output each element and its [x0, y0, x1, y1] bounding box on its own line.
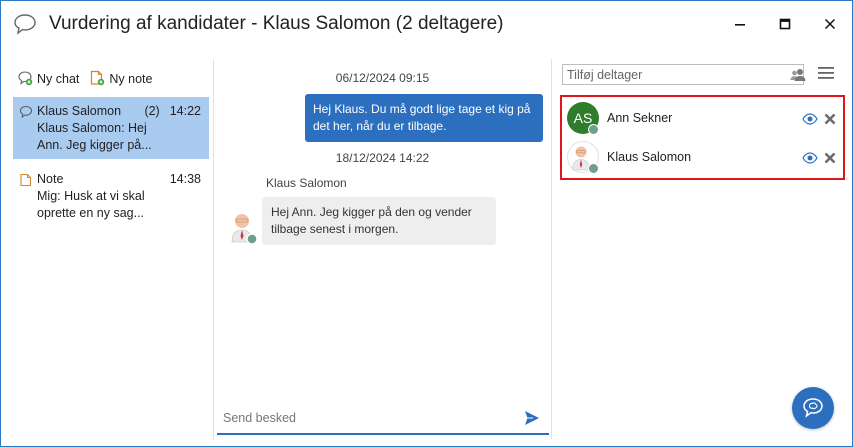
close-button[interactable]	[807, 1, 853, 47]
conversation-name: Klaus Salomon	[37, 104, 122, 118]
new-note-button[interactable]: Ny note	[89, 70, 152, 89]
note-icon	[19, 173, 33, 187]
participant-name: Klaus Salomon	[607, 150, 692, 164]
eye-icon[interactable]	[802, 151, 818, 164]
person-avatar-icon	[229, 212, 259, 246]
chat-bubble-icon	[13, 13, 37, 35]
participant-item[interactable]: AS Ann Sekner	[567, 100, 842, 136]
eye-icon[interactable]	[802, 112, 818, 125]
chat-window: Vurdering af kandidater - Klaus Salomon …	[0, 0, 853, 447]
left-toolbar: Ny chat Ny note	[17, 69, 152, 89]
participant-item[interactable]: Klaus Salomon	[567, 139, 842, 175]
new-note-label: Ny note	[109, 72, 153, 86]
chat-bubble-icon	[19, 105, 33, 119]
new-chat-button[interactable]: Ny chat	[17, 70, 79, 89]
chat-brain-icon	[803, 398, 823, 418]
chat-assistant-button[interactable]	[792, 387, 834, 429]
avatar: AS	[567, 102, 599, 135]
date-separator: 18/12/2024 14:22	[335, 151, 430, 165]
unread-count: (2)	[144, 104, 160, 118]
window-title: Vurdering af kandidater - Klaus Salomon …	[49, 13, 504, 34]
status-dot	[588, 163, 599, 174]
add-participant-input[interactable]	[567, 67, 777, 82]
new-chat-icon	[17, 70, 33, 89]
conversation-item-note[interactable]: Note 14:38 Mig: Husk at vi skal oprette …	[13, 165, 209, 223]
conversation-time: 14:22	[169, 104, 201, 118]
maximize-button[interactable]	[762, 1, 808, 47]
participants-pane: AS Ann Sekner	[552, 59, 853, 439]
conversation-preview: Klaus Salomon: Hej Ann. Jeg kigger på...	[37, 121, 152, 152]
menu-icon[interactable]	[818, 66, 834, 80]
add-participant-field	[562, 64, 806, 85]
conversation-list-pane: Ny chat Ny note Klaus Salomon (2) 14:22 …	[1, 59, 213, 439]
incoming-message-bubble: Hej Ann. Jeg kigger på den og vender til…	[262, 197, 496, 245]
remove-icon[interactable]	[824, 112, 836, 125]
outgoing-message-bubble: Hej Klaus. Du må godt lige tage et kig p…	[305, 94, 543, 142]
conversation-item-klaus-salomon[interactable]: Klaus Salomon (2) 14:22 Klaus Salomon: H…	[13, 97, 209, 159]
add-person-icon[interactable]	[790, 68, 806, 82]
conversation-preview: Mig: Husk at vi skal oprette en ny sag..…	[37, 189, 145, 220]
send-icon[interactable]	[523, 409, 541, 427]
title-bar: Vurdering af kandidater - Klaus Salomon …	[1, 1, 852, 47]
participant-name: Ann Sekner	[607, 111, 673, 125]
avatar	[567, 141, 599, 174]
message-sender-name: Klaus Salomon	[266, 176, 347, 190]
remove-icon[interactable]	[824, 151, 836, 164]
conversation-time: 14:38	[169, 172, 201, 186]
participant-list: AS Ann Sekner Klaus Salomon	[560, 95, 845, 180]
message-input[interactable]	[223, 408, 513, 428]
status-dot	[588, 124, 599, 135]
new-note-icon	[89, 70, 105, 89]
chat-messages-pane: 06/12/2024 09:15 Hej Klaus. Du må godt l…	[214, 59, 551, 439]
date-separator: 06/12/2024 09:15	[335, 71, 430, 85]
minimize-button[interactable]	[717, 1, 763, 47]
message-composer	[217, 401, 549, 435]
new-chat-label: Ny chat	[37, 72, 80, 86]
conversation-name: Note	[37, 172, 64, 186]
